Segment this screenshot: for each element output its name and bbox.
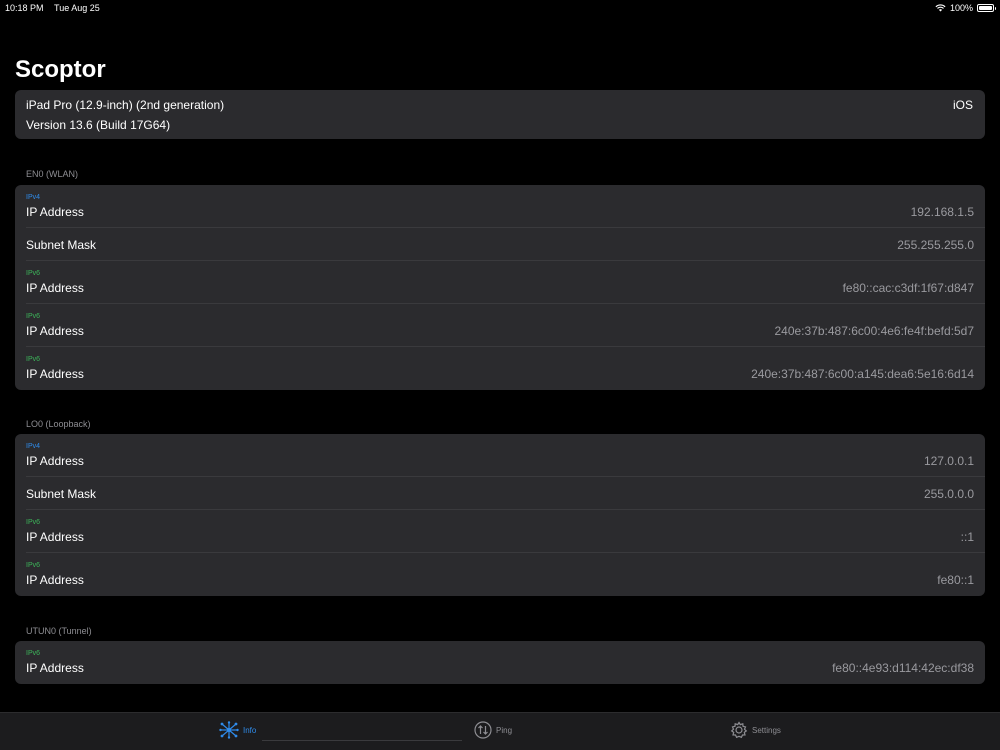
row-value: 127.0.0.1: [923, 454, 974, 468]
status-date: Tue Aug 25: [54, 3, 100, 13]
wifi-icon: [935, 4, 946, 12]
row-label: IP Address: [26, 454, 84, 468]
battery-icon: [977, 4, 996, 12]
tab-ping[interactable]: Ping: [474, 721, 512, 739]
interface-card-en0: IPv4 IP Address 192.168.1.5 Subnet Mask …: [15, 185, 985, 390]
screen: 10:18 PM Tue Aug 25 100% Scoptor iPad Pr…: [0, 0, 1000, 750]
tab-info[interactable]: Info: [219, 721, 256, 739]
row-label: IP Address: [26, 281, 84, 295]
table-row[interactable]: Subnet Mask 255.0.0.0: [26, 477, 985, 510]
interface-card-lo0: IPv4 IP Address 127.0.0.1 Subnet Mask 25…: [15, 434, 985, 596]
tab-divider: [262, 740, 462, 741]
row-value: 255.255.255.0: [897, 238, 974, 252]
battery-fill: [979, 6, 992, 10]
row-label: IP Address: [26, 573, 84, 587]
ip-version-tag: IPv6: [26, 313, 41, 320]
ping-icon: [474, 721, 492, 739]
table-row[interactable]: IPv6 IP Address 240e:37b:487:6c00:4e6:fe…: [26, 304, 985, 347]
row-label: Subnet Mask: [26, 238, 97, 252]
table-row[interactable]: IPv4 IP Address 192.168.1.5: [26, 185, 985, 228]
tab-label: Ping: [496, 725, 513, 735]
tab-bar: Info Ping Settings: [0, 712, 1000, 750]
gear-icon: [730, 721, 748, 739]
section-header-en0: EN0 (WLAN): [26, 169, 79, 179]
network-icon: [219, 721, 239, 739]
row-value: 255.0.0.0: [923, 487, 974, 501]
ip-version-tag: IPv4: [26, 443, 41, 450]
row-value: 240e:37b:487:6c00:a145:dea6:5e16:6d14: [751, 367, 974, 381]
status-right: 100%: [935, 3, 996, 13]
ip-version-tag: IPv6: [26, 356, 41, 363]
row-value: fe80::1: [937, 573, 974, 587]
section-header-utun0: UTUN0 (Tunnel): [26, 626, 92, 636]
battery-percentage: 100%: [949, 3, 973, 13]
ip-version-tag: IPv6: [26, 270, 41, 277]
device-os: iOS: [952, 98, 973, 112]
ip-version-tag: IPv6: [26, 519, 41, 526]
table-row[interactable]: IPv6 IP Address fe80::4e93:d114:42ec:df3…: [26, 641, 985, 684]
table-row[interactable]: IPv6 IP Address ::1: [26, 510, 985, 553]
row-value: 192.168.1.5: [910, 205, 974, 219]
table-row[interactable]: IPv6 IP Address fe80::cac:c3df:1f67:d847: [26, 261, 985, 304]
ip-version-tag: IPv6: [26, 650, 41, 657]
status-bar: 10:18 PM Tue Aug 25 100%: [0, 0, 1000, 16]
status-time: 10:18 PM: [5, 3, 44, 13]
row-value: 240e:37b:487:6c00:4e6:fe4f:befd:5d7: [774, 324, 974, 338]
page-title: Scoptor: [15, 56, 106, 83]
device-model: iPad Pro (12.9-inch) (2nd generation): [26, 98, 225, 112]
device-version: Version 13.6 (Build 17G64): [26, 118, 171, 132]
row-label: IP Address: [26, 324, 84, 338]
device-card: iPad Pro (12.9-inch) (2nd generation) Ve…: [15, 90, 985, 139]
section-header-lo0: LO0 (Loopback): [26, 419, 91, 429]
interface-card-utun0: IPv6 IP Address fe80::4e93:d114:42ec:df3…: [15, 641, 985, 684]
tab-settings[interactable]: Settings: [730, 721, 781, 739]
ip-version-tag: IPv4: [26, 194, 41, 201]
row-value: ::1: [960, 530, 974, 544]
row-value: fe80::cac:c3df:1f67:d847: [842, 281, 974, 295]
row-label: IP Address: [26, 530, 84, 544]
tab-label: Settings: [752, 725, 781, 735]
row-label: IP Address: [26, 661, 84, 675]
table-row[interactable]: IPv4 IP Address 127.0.0.1: [26, 434, 985, 477]
tab-label: Info: [243, 725, 257, 735]
ip-version-tag: IPv6: [26, 562, 41, 569]
table-row[interactable]: IPv6 IP Address 240e:37b:487:6c00:a145:d…: [26, 347, 985, 390]
row-label: IP Address: [26, 367, 84, 381]
row-label: Subnet Mask: [26, 487, 97, 501]
row-value: fe80::4e93:d114:42ec:df38: [832, 661, 974, 675]
table-row[interactable]: IPv6 IP Address fe80::1: [26, 553, 985, 596]
row-label: IP Address: [26, 205, 84, 219]
table-row[interactable]: Subnet Mask 255.255.255.0: [26, 228, 985, 261]
status-left: 10:18 PM Tue Aug 25: [5, 3, 100, 13]
